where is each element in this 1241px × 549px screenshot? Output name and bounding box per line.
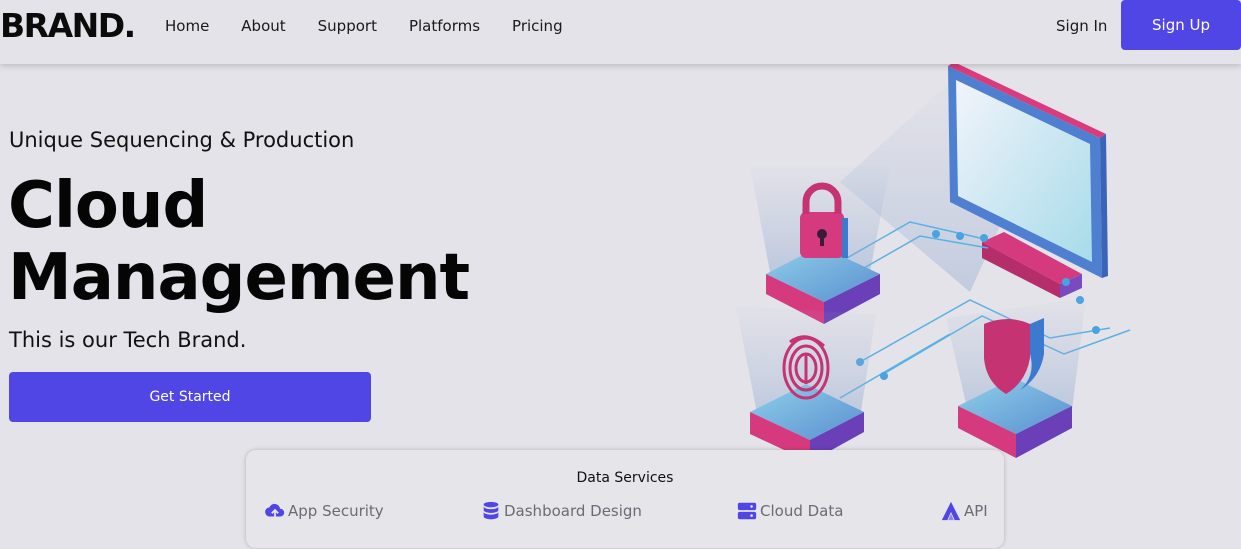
hero-illustration bbox=[736, 62, 1131, 462]
nav-link-support[interactable]: Support bbox=[318, 17, 377, 35]
brand-logo[interactable]: BRAND. bbox=[0, 6, 136, 45]
cloud-upload-icon bbox=[265, 503, 285, 519]
data-services-card: Data Services App Security Dashboard Des… bbox=[246, 450, 1004, 548]
hero-subtitle: This is our Tech Brand. bbox=[9, 328, 247, 352]
nav-link-about[interactable]: About bbox=[241, 17, 285, 35]
headline-line-1: Cloud bbox=[8, 169, 208, 243]
navbar: BRAND. Home About Support Platforms Pric… bbox=[0, 0, 1241, 64]
fingerprint-pedestal bbox=[736, 306, 876, 462]
sign-in-link[interactable]: Sign In bbox=[1056, 17, 1107, 35]
service-label: API bbox=[964, 502, 988, 520]
services-title: Data Services bbox=[576, 470, 674, 486]
service-dashboard-design[interactable]: Dashboard Design bbox=[480, 500, 642, 522]
sign-up-button[interactable]: Sign Up bbox=[1121, 0, 1241, 50]
nav-link-platforms[interactable]: Platforms bbox=[409, 17, 480, 35]
nav-link-home[interactable]: Home bbox=[165, 17, 209, 35]
service-label: Cloud Data bbox=[760, 502, 844, 520]
service-label: Dashboard Design bbox=[504, 502, 642, 520]
get-started-button[interactable]: Get Started bbox=[9, 372, 371, 422]
service-api[interactable]: API bbox=[940, 500, 988, 522]
lock-pedestal bbox=[750, 166, 890, 324]
api-icon bbox=[941, 501, 961, 521]
database-icon bbox=[483, 501, 499, 520]
service-cloud-data[interactable]: Cloud Data bbox=[736, 500, 843, 522]
main-nav: Home About Support Platforms Pricing bbox=[165, 17, 563, 35]
shield-pedestal bbox=[946, 298, 1086, 458]
service-app-security[interactable]: App Security bbox=[264, 500, 384, 522]
hero-headline: Cloud Management bbox=[8, 169, 470, 315]
hero-tagline: Unique Sequencing & Production bbox=[9, 128, 355, 152]
nav-link-pricing[interactable]: Pricing bbox=[512, 17, 563, 35]
service-label: App Security bbox=[288, 502, 384, 520]
headline-line-2: Management bbox=[8, 241, 470, 315]
server-icon bbox=[737, 502, 757, 520]
